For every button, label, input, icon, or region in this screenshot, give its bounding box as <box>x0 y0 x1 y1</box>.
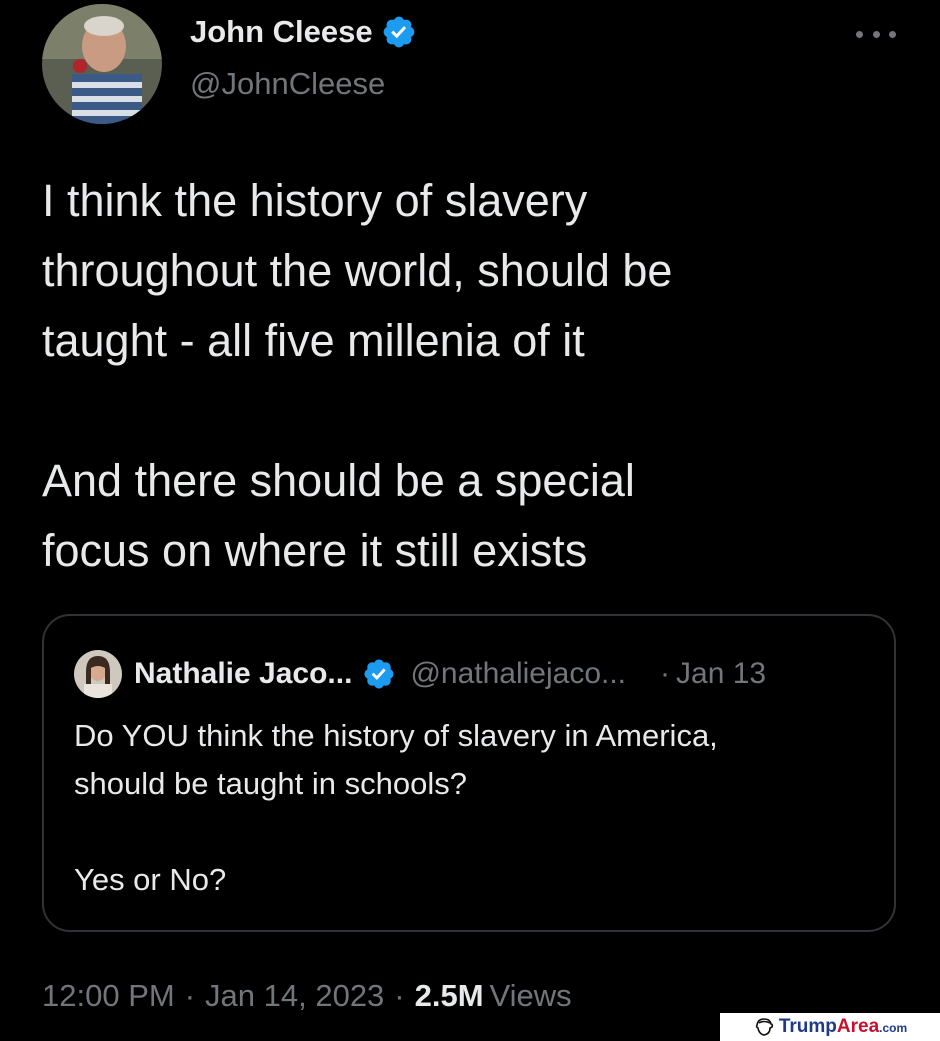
watermark: TrumpArea.com <box>720 1013 940 1041</box>
verified-badge-icon <box>383 16 414 48</box>
separator-dot: · <box>184 978 196 1013</box>
quoted-tweet-card[interactable]: Nathalie Jaco... @nathaliejaco... · Jan … <box>42 614 896 932</box>
tweet-text-line: And there should be a special <box>42 455 635 506</box>
quoted-tweet-date[interactable]: Jan 13 <box>676 657 766 691</box>
tweet-text-line: I think the history of slavery <box>42 175 588 226</box>
tweet-text-line: focus on where it still exists <box>42 525 588 576</box>
quoted-text-line: Do YOU think the history of slavery in A… <box>74 718 718 753</box>
tweet-text: I think the history of slavery throughou… <box>42 166 912 586</box>
quoted-tweet-text: Do YOU think the history of slavery in A… <box>74 712 874 904</box>
watermark-suffix: .com <box>879 1021 908 1035</box>
separator-dot: · <box>394 978 405 1013</box>
author-avatar[interactable] <box>42 4 162 124</box>
tweet-text-line: taught - all five millenia of it <box>42 315 585 366</box>
more-options-icon[interactable] <box>856 24 896 44</box>
watermark-brand: TrumpArea <box>778 1016 880 1037</box>
more-dot <box>872 30 880 38</box>
author-photo <box>42 4 162 124</box>
tweet-meta: 12:00 PM · Jan 14, 2023 · 2.5M Views <box>42 978 572 1014</box>
views-count: 2.5M <box>414 978 484 1013</box>
quoted-text-line: Yes or No? <box>74 862 227 897</box>
tweet-time[interactable]: 12:00 PM <box>42 978 175 1014</box>
more-dot <box>889 30 896 38</box>
tweet-text-line: throughout the world, should be <box>42 245 673 296</box>
author-handle[interactable]: @JohnCleese <box>190 66 385 102</box>
tweet-date[interactable]: Jan 14, 2023 <box>205 978 384 1014</box>
quoted-author-avatar[interactable] <box>74 650 122 698</box>
quoted-author-photo <box>74 650 122 698</box>
trump-head-logo-icon <box>755 1018 773 1036</box>
verified-badge-icon <box>364 659 394 689</box>
watermark-text: TrumpArea.com <box>779 1016 907 1038</box>
quoted-text-line: should be taught in schools? <box>74 766 467 801</box>
separator-dot: · <box>660 657 671 690</box>
more-dot <box>856 30 863 38</box>
author-name[interactable]: John Cleese <box>190 14 373 50</box>
views-label: Views <box>489 978 572 1013</box>
quoted-author-name[interactable]: Nathalie Jaco... <box>134 657 352 691</box>
quoted-author-handle[interactable]: @nathaliejaco... <box>410 657 626 691</box>
